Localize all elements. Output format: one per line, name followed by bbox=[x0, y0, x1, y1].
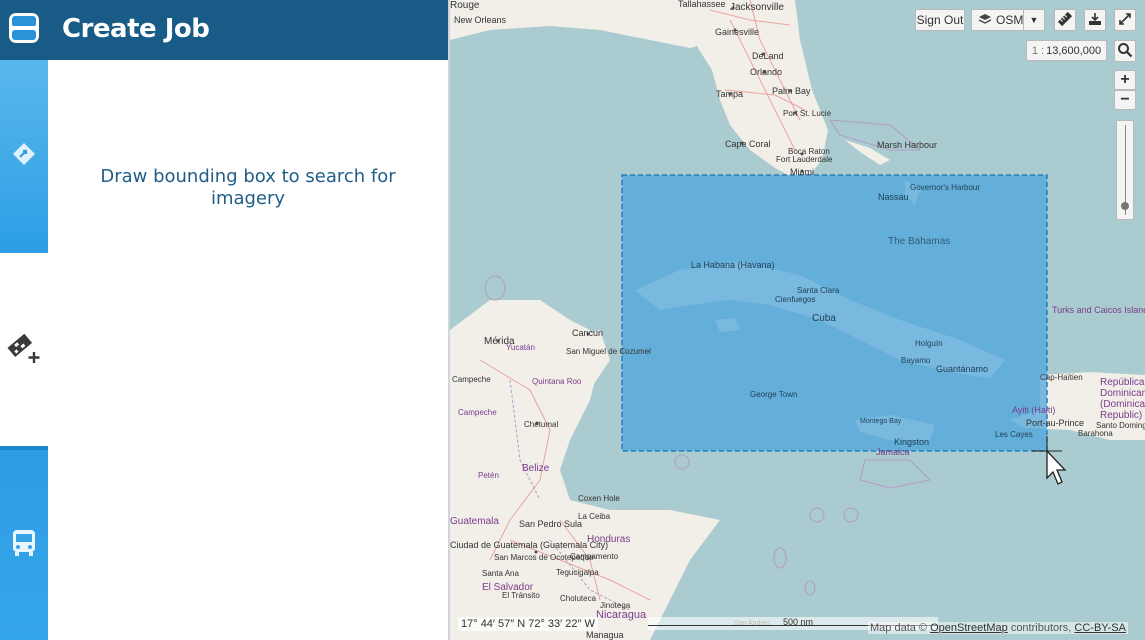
license-link[interactable]: CC-BY-SA bbox=[1074, 622, 1126, 634]
map-label: El Tránsito bbox=[502, 591, 540, 600]
map-label: Governor's Harbour bbox=[910, 183, 980, 192]
map-label: Tallahassee bbox=[678, 0, 726, 9]
instruction-text: Draw bounding box to search for imagery bbox=[100, 166, 396, 209]
basemap-label: OSM bbox=[996, 13, 1024, 27]
map-label: Les Cayes bbox=[995, 430, 1033, 439]
map-label: Coxen Hole bbox=[578, 494, 620, 503]
map-label: Choluteca bbox=[560, 594, 597, 603]
sign-out-button[interactable]: Sign Out bbox=[915, 9, 965, 31]
map-label: Guatemala bbox=[450, 516, 499, 527]
diamond-arrow-icon bbox=[11, 141, 37, 172]
map-label: República Dominicana (Dominican Republic… bbox=[1100, 377, 1145, 421]
sidebar-item-create-job[interactable] bbox=[0, 253, 48, 446]
map-label: Quintana Roo bbox=[532, 377, 582, 386]
fullscreen-button[interactable] bbox=[1114, 9, 1136, 31]
map-label: Managua bbox=[586, 630, 624, 640]
create-job-panel: Draw bounding box to search for imagery bbox=[48, 60, 448, 640]
download-icon bbox=[1088, 12, 1102, 29]
map-label: Gainesville bbox=[715, 27, 760, 37]
map-label: Jamaica bbox=[876, 447, 910, 457]
map-label: San Pedro Sula bbox=[519, 519, 583, 529]
map-label: Petén bbox=[478, 471, 499, 480]
job-add-icon bbox=[5, 330, 43, 369]
export-button[interactable] bbox=[1084, 9, 1106, 31]
map-label: Rouge bbox=[450, 0, 480, 11]
ruler-icon bbox=[1057, 11, 1073, 30]
map-label: The Bahamas bbox=[888, 236, 951, 247]
map-label: Port-au-Prince bbox=[1026, 418, 1085, 428]
map-label: Campeche bbox=[458, 408, 497, 417]
map-canvas[interactable]: Rouge New Orleans Tallahassee Jacksonville G… bbox=[450, 0, 1145, 640]
app-logo-icon bbox=[7, 11, 41, 50]
scale-bar-label: 500 nm bbox=[783, 617, 814, 627]
chevron-down-icon[interactable]: ▼ bbox=[1023, 10, 1044, 30]
measure-button[interactable] bbox=[1054, 9, 1076, 31]
map-label: Cuba bbox=[812, 313, 836, 324]
map-label: Nicaragua bbox=[596, 609, 647, 621]
map-label: Turks and Caicos Islands bbox=[1052, 305, 1145, 315]
map-label: Cienfuegos bbox=[775, 295, 816, 304]
nav-rail bbox=[0, 0, 48, 640]
map-label: Tampa bbox=[716, 89, 744, 99]
map-label: Campamento bbox=[570, 552, 619, 561]
map-label: Tegucigalpa bbox=[556, 568, 599, 577]
attribution-suffix: contributors, bbox=[1010, 622, 1072, 634]
bus-icon bbox=[11, 528, 37, 563]
map-label: Orlando bbox=[750, 67, 783, 77]
scale-value: 13,600,000 bbox=[1046, 44, 1102, 57]
panel-header: Create Job bbox=[48, 0, 448, 60]
map-label: George Town bbox=[750, 390, 798, 399]
page-title: Create Job bbox=[62, 14, 210, 44]
map-label: Cancun bbox=[572, 328, 604, 338]
map-label: Barahona bbox=[1078, 429, 1113, 438]
map-label: Palm Bay bbox=[772, 86, 811, 96]
map-label: Cape Coral bbox=[725, 139, 771, 149]
zoom-out-button[interactable]: − bbox=[1114, 90, 1136, 110]
map-label: Nassau bbox=[878, 192, 909, 202]
sidebar-item-search-imagery[interactable] bbox=[0, 60, 48, 253]
map-label: Ayiti (Haiti) bbox=[1012, 405, 1056, 415]
expand-icon bbox=[1118, 12, 1132, 29]
app-logo[interactable] bbox=[0, 0, 48, 60]
map-label: DeLand bbox=[752, 51, 784, 61]
map-label: Miami bbox=[790, 167, 814, 177]
search-icon bbox=[1117, 42, 1133, 61]
attribution-prefix: Map data © bbox=[870, 622, 928, 634]
map-label: Guantánamo bbox=[936, 364, 989, 374]
osm-link[interactable]: OpenStreetMap bbox=[930, 622, 1008, 634]
map-label: Holguín bbox=[915, 339, 943, 348]
layers-icon bbox=[978, 13, 992, 28]
scale-prefix: 1 : bbox=[1031, 44, 1045, 57]
map-label: Campeche bbox=[452, 375, 491, 384]
sidebar-item-transit[interactable] bbox=[0, 446, 48, 640]
search-button[interactable] bbox=[1114, 40, 1136, 62]
map-label: Montego Bay bbox=[860, 418, 902, 425]
map-label: Fort Lauderdale bbox=[776, 155, 833, 164]
map-attribution: Map data © OpenStreetMap contributors, C… bbox=[868, 622, 1128, 634]
map-label: Cap-Haïtien bbox=[1040, 373, 1083, 382]
map-label: New Orleans bbox=[454, 15, 507, 25]
map-label: Chetumal bbox=[524, 420, 559, 429]
basemap-select[interactable]: OSM ▼ bbox=[971, 9, 1045, 31]
map-label: San Miguel de Cozumel bbox=[566, 347, 651, 356]
zoom-slider[interactable] bbox=[1116, 120, 1134, 220]
map-label: Bayamo bbox=[901, 356, 931, 365]
map-label: La Habana (Havana) bbox=[691, 260, 775, 270]
map-label: Yucatán bbox=[506, 343, 535, 352]
map-label: La Ceiba bbox=[578, 512, 611, 521]
map-label: Santa Ana bbox=[482, 569, 519, 578]
map-label: Belize bbox=[522, 463, 550, 474]
zoom-in-button[interactable]: + bbox=[1114, 70, 1136, 90]
scale-readout[interactable]: 1 : 13,600,000 bbox=[1026, 40, 1107, 61]
map-label: Marsh Harbour bbox=[877, 140, 938, 150]
map-label: Ciudad de Guatemala (Guatemala City) bbox=[450, 540, 609, 550]
mouse-cursor-icon bbox=[1032, 436, 1072, 501]
map-label: Port St. Lucie bbox=[783, 109, 832, 118]
map-label: Jacksonville bbox=[730, 2, 784, 13]
cursor-coordinates: 17° 44′ 57″ N 72° 33′ 22″ W bbox=[458, 617, 598, 631]
zoom-slider-handle[interactable] bbox=[1121, 202, 1129, 211]
